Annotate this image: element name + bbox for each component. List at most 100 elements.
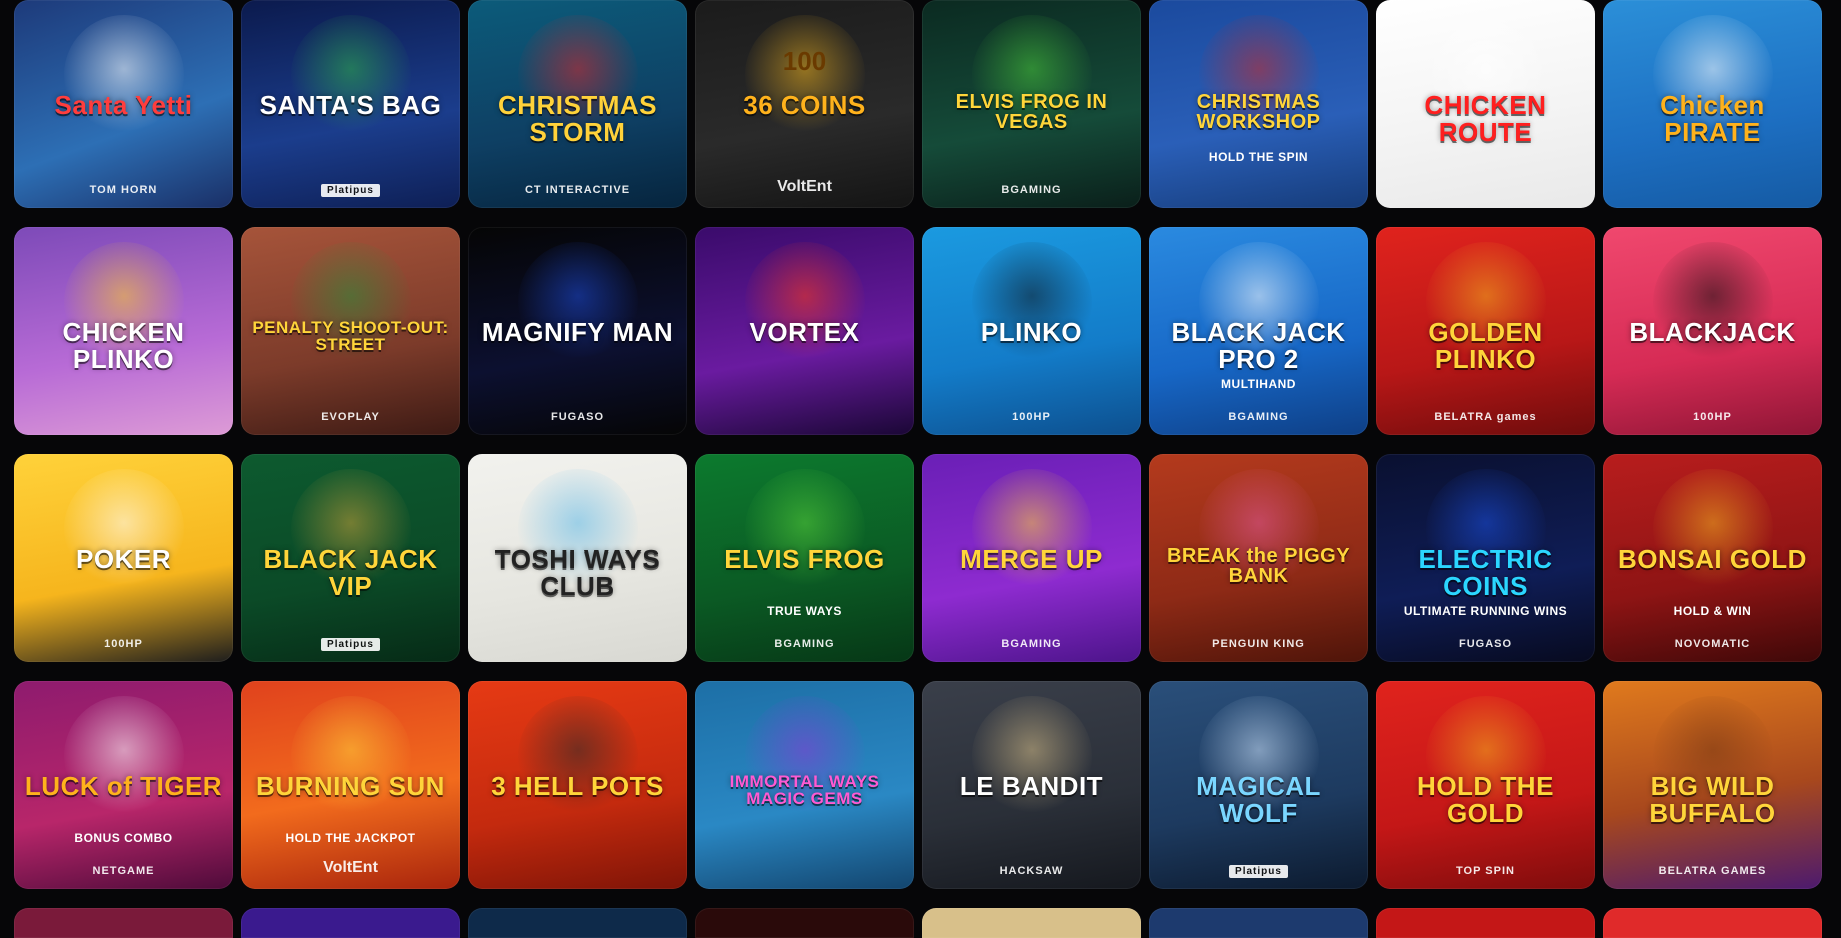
game-tile[interactable]: POKER 100HP [14,454,233,662]
provider-logo: 100HP [104,638,143,650]
game-title: ELECTRIC COINS [1418,544,1553,601]
game-tile[interactable]: ELECTRIC COINS ULTIMATE RUNNING WINS FUGAS… [1376,454,1595,662]
game-tile[interactable]: Chicken PIRATE [1603,0,1822,208]
game-tile[interactable]: MAGICAL WOLF Platipus [1149,681,1368,889]
provider-logo: TOP SPIN [1456,865,1515,877]
game-tile[interactable] [922,908,1141,938]
game-title: CHICKEN PLINKO [62,317,185,374]
provider-logo: FUGASO [550,411,605,423]
game-tile[interactable]: 100 36 COINS VoltEnt [695,0,914,208]
game-subtitle: MULTIHAND [1221,377,1296,391]
game-title: TOSHI WAYS CLUB [494,544,661,601]
game-tile[interactable]: VORTEX [695,227,914,435]
game-title: BLACK JACK VIP [263,544,438,601]
game-tile[interactable]: MERGE UP BGAMING [922,454,1141,662]
game-tile[interactable] [241,908,460,938]
game-title: HOLD THE GOLD [1417,771,1554,828]
game-grid: Santa Yetti TOM HORN SANTA'S BAG Platipus CH… [14,0,1832,938]
game-tile[interactable]: CHICKEN PLINKO [14,227,233,435]
game-tile[interactable]: ELVIS FROG TRUE WAYS BGAMING [695,454,914,662]
game-title: BIG WILD BUFFALO [1649,771,1776,828]
game-title: CHRISTMAS STORM [497,90,658,147]
provider-logo: VoltEnt [777,178,832,195]
game-tile[interactable]: CHICKEN ROUTE [1376,0,1595,208]
game-tile[interactable] [1149,908,1368,938]
game-tile[interactable]: CHRISTMAS STORM CT INTERACTIVE [468,0,687,208]
provider-logo: BELATRA GAMES [1658,865,1767,877]
game-title: Chicken PIRATE [1660,90,1765,147]
game-subtitle: HOLD THE SPIN [1208,150,1309,164]
provider-logo: EVOPLAY [321,411,380,423]
provider-logo: BGAMING [1001,638,1062,650]
game-title: BONSAI GOLD [1618,544,1807,574]
provider-logo: Platipus [241,638,460,651]
game-tile[interactable]: BLACK JACK VIP Platipus [241,454,460,662]
game-title: BLACKJACK [1629,317,1796,347]
game-tile[interactable]: CHRISTMAS WORKSHOP HOLD THE SPIN [1149,0,1368,208]
game-title: MERGE UP [960,544,1103,574]
game-title: PLINKO [980,317,1083,347]
game-tile[interactable]: MAGNIFY MAN FUGASO [468,227,687,435]
game-title: 36 COINS [743,90,866,120]
provider-logo: VoltEnt [323,859,378,876]
game-title: POKER [76,544,171,574]
provider-logo: BELATRA games [1434,411,1537,423]
game-tile[interactable]: PENALTY SHOOT-OUT: STREET EVOPLAY [241,227,460,435]
game-title: PENALTY SHOOT-OUT: STREET [252,318,449,355]
game-subtitle: HOLD THE JACKPOT [285,831,416,845]
game-title: CHICKEN ROUTE [1424,90,1547,147]
game-tile[interactable]: IMMORTAL WAYS MAGIC GEMS [695,681,914,889]
game-tile[interactable]: LUCK of TIGER BONUS COMBO NETGAME [14,681,233,889]
game-tile[interactable]: Santa Yetti TOM HORN [14,0,233,208]
game-tile[interactable]: TOSHI WAYS CLUB [468,454,687,662]
game-title: Santa Yetti [54,90,193,120]
game-title: LE BANDIT [959,771,1104,801]
game-tile[interactable]: BONSAI GOLD HOLD & WIN NOVOMATIC [1603,454,1822,662]
game-subtitle: BONUS COMBO [74,831,173,845]
game-tile[interactable] [14,908,233,938]
game-tile[interactable] [1376,908,1595,938]
game-tile[interactable]: HOLD THE GOLD TOP SPIN [1376,681,1595,889]
provider-logo: BGAMING [774,638,835,650]
game-title: MAGICAL WOLF [1196,771,1321,828]
provider-logo: 100HP [1012,411,1051,423]
game-tile[interactable]: BLACK JACK PRO 2 MULTIHAND BGAMING [1149,227,1368,435]
game-title: IMMORTAL WAYS MAGIC GEMS [729,772,880,809]
provider-logo: TOM HORN [89,184,158,196]
game-tile[interactable]: 3 HELL POTS [468,681,687,889]
game-title: CHRISTMAS WORKSHOP [1196,91,1321,134]
game-tile[interactable]: PLINKO 100HP [922,227,1141,435]
game-tile[interactable]: BURNING SUN HOLD THE JACKPOT VoltEnt [241,681,460,889]
game-tile[interactable]: BIG WILD BUFFALO BELATRA GAMES [1603,681,1822,889]
provider-logo: FUGASO [1458,638,1513,650]
game-title: BREAK the PIGGY BANK [1166,545,1351,588]
game-title: BLACK JACK PRO 2 [1171,317,1346,374]
game-tile[interactable]: ELVIS FROG IN VEGAS BGAMING [922,0,1141,208]
game-tile[interactable] [468,908,687,938]
game-subtitle: ULTIMATE RUNNING WINS [1403,604,1568,618]
game-tile[interactable]: BREAK the PIGGY BANK PENGUIN KING [1149,454,1368,662]
game-tile[interactable]: SANTA'S BAG Platipus [241,0,460,208]
game-subtitle: TRUE WAYS [767,604,842,618]
provider-logo: BGAMING [1228,411,1289,423]
provider-logo: Platipus [241,184,460,197]
game-tile[interactable]: LE BANDIT HACKSAW [922,681,1141,889]
game-title: BURNING SUN [256,771,445,801]
game-tile[interactable]: GOLDEN PLINKO BELATRA games [1376,227,1595,435]
provider-logo: HACKSAW [999,865,1064,877]
game-title: VORTEX [749,317,860,347]
provider-logo: NOVOMATIC [1674,638,1751,650]
provider-logo: NETGAME [92,865,155,877]
game-title: SANTA'S BAG [259,90,442,120]
game-tile[interactable] [1603,908,1822,938]
game-title: MAGNIFY MAN [481,317,674,347]
provider-logo: CT INTERACTIVE [524,184,631,196]
provider-logo: Platipus [1149,865,1368,878]
provider-logo: 100HP [1693,411,1732,423]
game-tile[interactable]: BLACKJACK 100HP [1603,227,1822,435]
game-tile[interactable] [695,908,914,938]
provider-logo: PENGUIN KING [1212,638,1305,650]
game-title: ELVIS FROG IN VEGAS [955,91,1108,134]
game-title: GOLDEN PLINKO [1428,317,1543,374]
provider-logo: BGAMING [1001,184,1062,196]
